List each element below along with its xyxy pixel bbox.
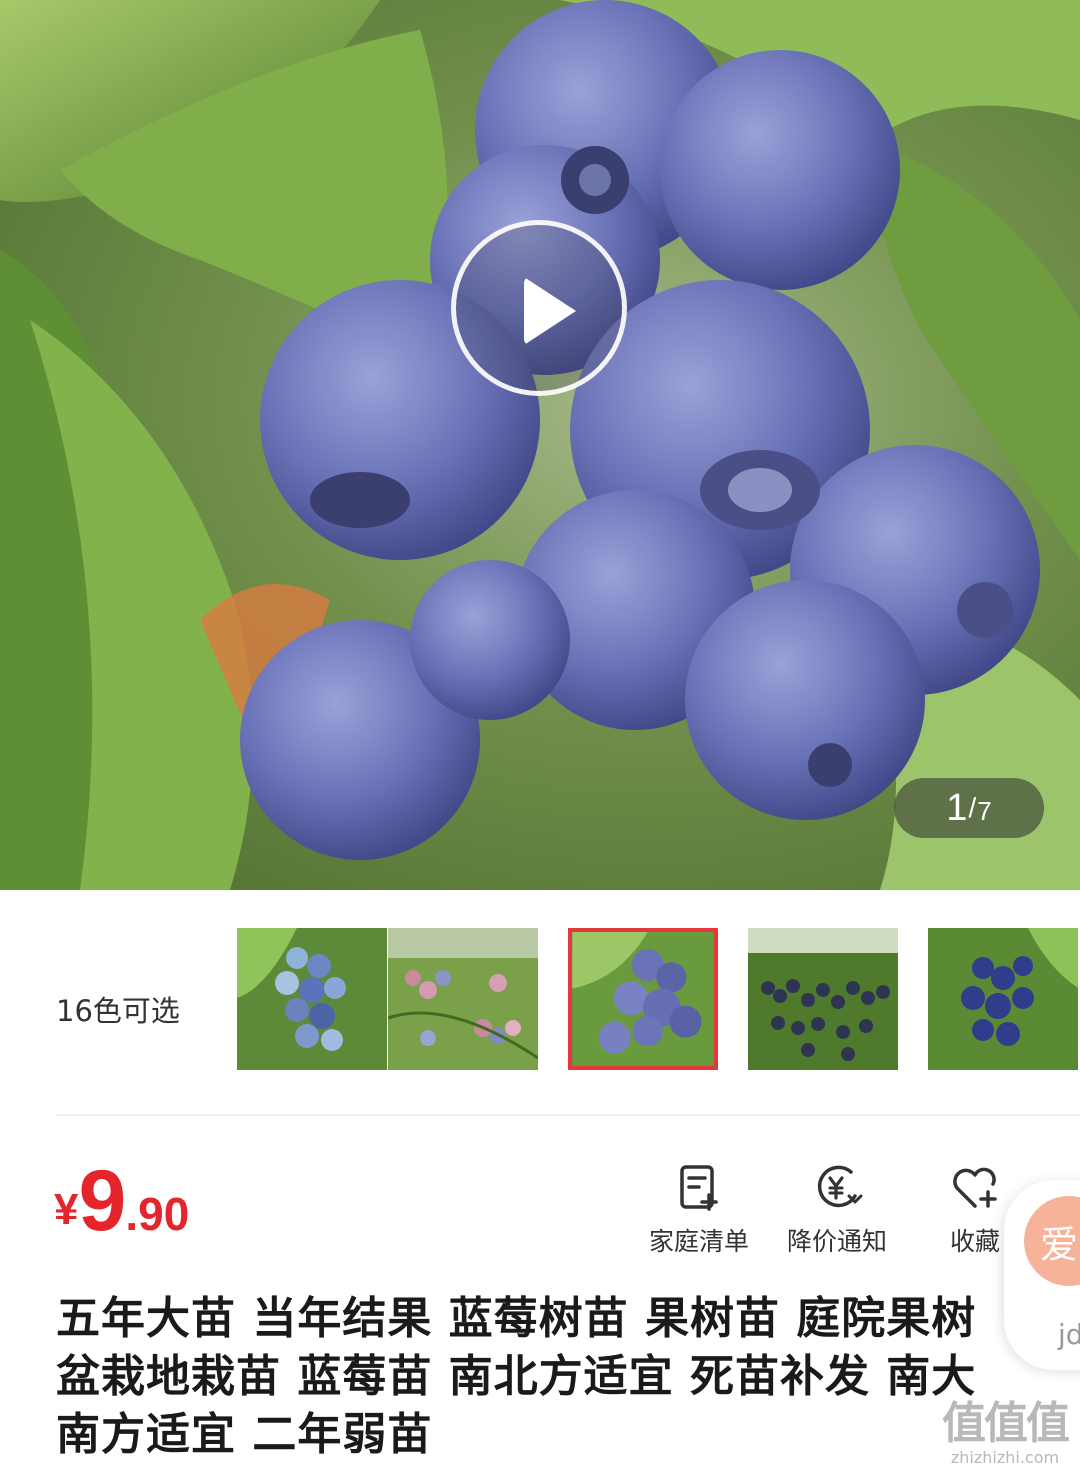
family-list-label: 家庭清单 — [648, 1227, 749, 1256]
family-list-button[interactable]: 家庭清单 — [634, 1162, 764, 1258]
blueberry-photo — [0, 0, 1080, 890]
site-watermark: 值值值 zhizhizhi.com — [930, 1400, 1080, 1480]
variant-thumbnail[interactable] — [388, 928, 538, 1070]
price-drop-icon — [817, 1165, 863, 1208]
list-add-icon — [680, 1165, 718, 1211]
blueberry-thumb-image — [928, 928, 1078, 1070]
floating-assistant-avatar: 爱 — [1024, 1196, 1080, 1286]
product-price: ¥9.90 — [54, 1152, 189, 1251]
variant-thumbnail[interactable] — [237, 928, 387, 1070]
heart-add-icon — [953, 1167, 997, 1208]
image-counter-current: 1 — [946, 786, 968, 829]
play-icon — [524, 277, 576, 345]
product-title: 五年大苗 当年结果 蓝莓树苗 果树苗 庭院果树 盆栽地栽苗 蓝莓苗 南北方适宜 … — [56, 1293, 977, 1460]
blueberry-thumb-image — [572, 932, 714, 1066]
image-counter-total: 7 — [977, 795, 992, 826]
section-divider — [56, 1114, 1080, 1116]
price-integer: 9 — [78, 1153, 126, 1249]
price-drop-alert-label: 降价通知 — [786, 1227, 887, 1256]
variant-count-label: 16色可选 — [56, 994, 180, 1028]
price-currency: ¥ — [54, 1185, 79, 1234]
variant-thumbnail[interactable] — [928, 928, 1078, 1070]
variant-thumbnail[interactable] — [748, 928, 898, 1070]
watermark-url: zhizhizhi.com — [950, 1448, 1060, 1467]
floating-assistant-char: 爱 — [1040, 1222, 1079, 1267]
blueberry-thumb-image — [237, 928, 387, 1070]
variant-selector: 16色可选 — [0, 890, 1080, 1114]
price-drop-alert-button[interactable]: 降价通知 — [772, 1162, 902, 1258]
price-decimal: .90 — [125, 1188, 190, 1240]
blueberry-thumb-image — [748, 928, 898, 1070]
image-counter: 1 / 7 — [894, 778, 1044, 838]
floating-assistant-text: jd — [1058, 1318, 1080, 1351]
product-main-image[interactable]: 1 / 7 — [0, 0, 1080, 890]
play-video-button[interactable] — [451, 220, 627, 396]
watermark-logo: 值值值 — [942, 1398, 1070, 1449]
image-counter-separator: / — [968, 792, 977, 823]
variant-thumbnail-selected[interactable] — [568, 928, 718, 1070]
blueberry-thumb-image — [388, 928, 538, 1070]
